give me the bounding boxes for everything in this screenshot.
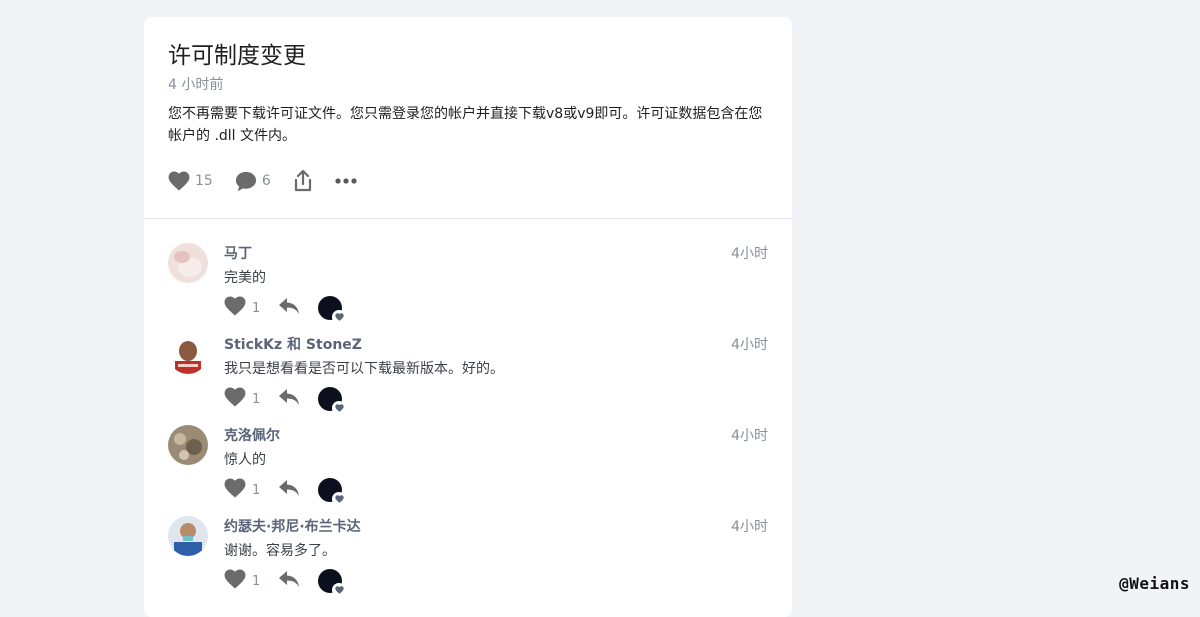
post-actions: 15 6 xyxy=(168,169,379,193)
comment-text: 谢谢。容易多了。 xyxy=(224,540,336,560)
share-icon xyxy=(293,170,313,192)
comment-time: 4小时 xyxy=(731,334,768,354)
comment-button[interactable]: 6 xyxy=(235,171,271,192)
heart-icon xyxy=(224,569,246,593)
comment-time: 4小时 xyxy=(731,425,768,445)
post-title: 许可制度变更 xyxy=(168,41,306,71)
avatar[interactable] xyxy=(168,425,208,465)
comment-text: 我只是想看看是否可以下载最新版本。好的。 xyxy=(224,358,504,378)
comment-item: 约瑟夫·邦尼·布兰卡达 4小时 谢谢。容易多了。 1 xyxy=(144,492,792,583)
avatar[interactable] xyxy=(168,243,208,283)
comment-author[interactable]: 马丁 xyxy=(224,243,252,263)
avatar[interactable] xyxy=(168,516,208,556)
post-body: 您不再需要下载许可证文件。您只需登录您的帐户并直接下载v8或v9即可。许可证数据… xyxy=(168,103,768,147)
comment-item: 马丁 4小时 完美的 1 xyxy=(144,219,792,310)
heart-icon xyxy=(168,171,190,191)
comment-like-count: 1 xyxy=(252,574,260,589)
like-count: 15 xyxy=(195,173,213,189)
comment-author[interactable]: 克洛佩尔 xyxy=(224,425,280,445)
more-options-button[interactable] xyxy=(335,178,357,184)
comment-text: 惊人的 xyxy=(224,449,266,469)
comment-time: 4小时 xyxy=(731,243,768,263)
comment-count: 6 xyxy=(262,173,271,189)
comment-item: StickKz 和 StoneZ 4小时 我只是想看看是否可以下载最新版本。好的… xyxy=(144,310,792,401)
post-card: 许可制度变更 4 小时前 您不再需要下载许可证文件。您只需登录您的帐户并直接下载… xyxy=(144,17,792,617)
mini-heart-icon xyxy=(332,583,346,597)
post-section: 许可制度变更 4 小时前 您不再需要下载许可证文件。您只需登录您的帐户并直接下载… xyxy=(144,17,792,219)
comment-author[interactable]: 约瑟夫·邦尼·布兰卡达 xyxy=(224,516,361,536)
more-dots-icon xyxy=(335,178,357,184)
avatar[interactable] xyxy=(168,334,208,374)
reply-button[interactable] xyxy=(278,570,300,592)
like-button[interactable]: 15 xyxy=(168,171,213,191)
comment-actions: 1 xyxy=(224,568,342,594)
comment-author[interactable]: StickKz 和 StoneZ xyxy=(224,334,362,354)
comment-icon xyxy=(235,171,257,192)
comment-text: 完美的 xyxy=(224,267,266,287)
comment-like-button[interactable]: 1 xyxy=(224,569,260,593)
reactor-avatar[interactable] xyxy=(318,569,342,593)
watermark: @Weians xyxy=(1119,574,1190,593)
comment-time: 4小时 xyxy=(731,516,768,536)
reply-arrow-icon xyxy=(278,573,300,592)
post-timestamp: 4 小时前 xyxy=(168,74,223,94)
share-button[interactable] xyxy=(293,170,313,192)
comment-item: 克洛佩尔 4小时 惊人的 1 xyxy=(144,401,792,492)
